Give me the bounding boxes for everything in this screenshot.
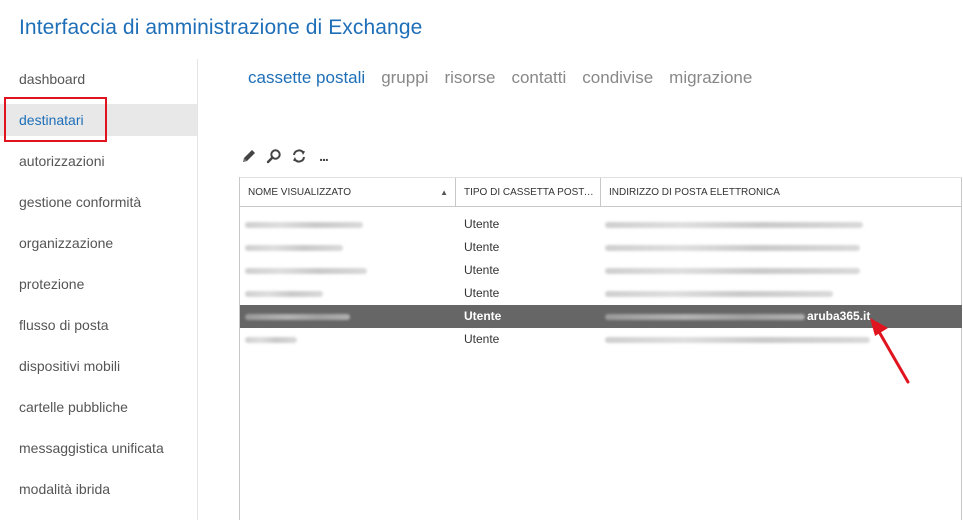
redacted-email xyxy=(605,337,870,343)
table-row-selected[interactable]: Utente aruba365.it xyxy=(240,305,962,328)
redacted-email xyxy=(605,222,863,228)
column-header-mailbox-type[interactable]: TIPO DI CASSETTA POSTALE xyxy=(456,178,601,207)
cell-mailbox-type: Utente xyxy=(464,217,500,231)
cell-mailbox-type: Utente xyxy=(464,332,500,346)
sidebar-item-cartelle-pubbliche[interactable]: cartelle pubbliche xyxy=(0,391,197,423)
cell-email xyxy=(605,213,955,236)
app-title: Interfaccia di amministrazione di Exchan… xyxy=(19,16,423,39)
table-row[interactable]: Utente xyxy=(240,236,962,259)
cell-display-name xyxy=(245,213,445,236)
tab-migrazione[interactable]: migrazione xyxy=(669,68,752,88)
toolbar: ... xyxy=(240,147,332,165)
sidebar-item-gestione-conformita[interactable]: gestione conformità xyxy=(0,186,197,218)
sidebar-item-organizzazione[interactable]: organizzazione xyxy=(0,227,197,259)
cell-mailbox-type: Utente xyxy=(464,309,502,323)
recipients-grid: NOME VISUALIZZATO ▲ TIPO DI CASSETTA POS… xyxy=(239,177,962,520)
tab-bar: cassette postali gruppi risorse contatti… xyxy=(248,68,752,88)
cell-email xyxy=(605,259,955,282)
redacted-name xyxy=(245,314,350,320)
sort-ascending-icon: ▲ xyxy=(440,188,448,197)
cell-display-name xyxy=(245,282,445,305)
column-header-display-name-label: NOME VISUALIZZATO xyxy=(248,187,351,198)
pencil-icon[interactable] xyxy=(240,147,257,165)
redacted-email xyxy=(605,291,833,297)
column-header-email[interactable]: INDIRIZZO DI POSTA ELETTRONICA xyxy=(601,178,962,207)
redacted-email xyxy=(605,245,860,251)
redacted-email xyxy=(605,314,805,320)
cell-display-name xyxy=(245,305,445,328)
redacted-email xyxy=(605,268,860,274)
more-icon[interactable]: ... xyxy=(315,147,332,165)
cell-display-name xyxy=(245,236,445,259)
sidebar-item-autorizzazioni[interactable]: autorizzazioni xyxy=(0,145,197,177)
table-row[interactable]: Utente xyxy=(240,282,962,305)
redacted-name xyxy=(245,222,363,228)
tab-gruppi[interactable]: gruppi xyxy=(381,68,428,88)
table-row[interactable]: Utente xyxy=(240,259,962,282)
email-domain: aruba365.it xyxy=(807,309,871,323)
tab-cassette-postali[interactable]: cassette postali xyxy=(248,68,365,88)
cell-email xyxy=(605,236,955,259)
sidebar-nav: dashboard destinatari autorizzazioni ges… xyxy=(0,59,198,520)
sidebar-item-modalita-ibrida[interactable]: modalità ibrida xyxy=(0,473,197,505)
table-row[interactable]: Utente xyxy=(240,213,962,236)
grid-header: NOME VISUALIZZATO ▲ TIPO DI CASSETTA POS… xyxy=(240,177,962,207)
sidebar-item-dashboard[interactable]: dashboard xyxy=(0,63,197,95)
cell-mailbox-type: Utente xyxy=(464,240,500,254)
cell-email xyxy=(605,282,955,305)
refresh-icon[interactable] xyxy=(290,147,307,165)
redacted-name xyxy=(245,268,367,274)
tab-risorse[interactable]: risorse xyxy=(444,68,495,88)
sidebar-item-messaggistica-unificata[interactable]: messaggistica unificata xyxy=(0,432,197,464)
redacted-name xyxy=(245,337,297,343)
table-row[interactable]: Utente xyxy=(240,328,962,351)
redacted-name xyxy=(245,245,343,251)
cell-mailbox-type: Utente xyxy=(464,286,500,300)
tab-contatti[interactable]: contatti xyxy=(511,68,566,88)
cell-mailbox-type: Utente xyxy=(464,263,500,277)
more-label: ... xyxy=(319,148,329,164)
cell-display-name xyxy=(245,328,445,351)
redacted-name xyxy=(245,291,323,297)
sidebar-item-destinatari[interactable]: destinatari xyxy=(0,104,197,136)
cell-email: aruba365.it xyxy=(605,305,955,328)
column-header-display-name[interactable]: NOME VISUALIZZATO ▲ xyxy=(240,178,456,207)
sidebar-item-protezione[interactable]: protezione xyxy=(0,268,197,300)
sidebar-item-flusso-di-posta[interactable]: flusso di posta xyxy=(0,309,197,341)
cell-email xyxy=(605,328,955,351)
tab-condivise[interactable]: condivise xyxy=(582,68,653,88)
cell-display-name xyxy=(245,259,445,282)
sidebar-item-dispositivi-mobili[interactable]: dispositivi mobili xyxy=(0,350,197,382)
search-icon[interactable] xyxy=(265,147,282,165)
